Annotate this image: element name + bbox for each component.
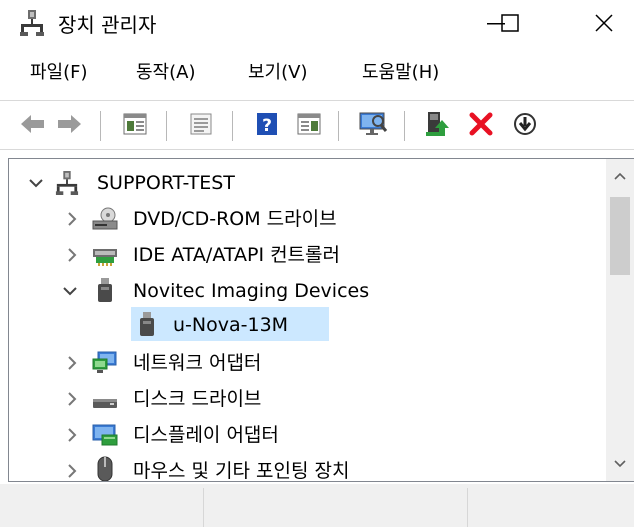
chevron-right-icon[interactable] [63,462,81,480]
scroll-down-button[interactable] [606,447,634,481]
chevron-down-icon[interactable] [27,174,45,192]
network-adapter-icon [91,349,119,377]
properties-button[interactable] [118,109,152,143]
print-icon [189,113,213,139]
disable-button[interactable] [508,109,542,143]
status-cell [204,488,468,527]
view-icon [297,113,321,139]
tree-child-label-selected[interactable]: u-Nova-13M [173,307,288,343]
view-button[interactable] [292,109,326,143]
dvd-drive-icon [91,205,119,233]
forward-button[interactable] [52,109,86,143]
chevron-right-icon[interactable] [63,426,81,444]
display-adapter-icon [91,421,119,449]
maximize-button[interactable] [480,0,540,46]
back-icon [19,112,47,140]
usb-device-icon [133,311,161,339]
disable-icon [512,111,538,141]
close-button[interactable] [574,0,634,46]
tree-item-label[interactable]: DVD/CD-ROM 드라이브 [133,201,337,237]
uninstall-button[interactable] [464,109,498,143]
menu-action[interactable]: 동작(A) [136,56,195,90]
mouse-icon [91,455,119,481]
vertical-scrollbar[interactable] [606,159,634,481]
chevron-right-icon[interactable] [63,390,81,408]
disk-drive-icon [91,385,119,413]
status-bar [0,484,634,527]
status-cell [0,488,204,527]
toolbar: ? [0,100,634,150]
chevron-down-icon[interactable] [61,282,79,300]
scan-hardware-button[interactable] [356,109,390,143]
help-button[interactable]: ? [250,109,284,143]
svg-text:?: ? [262,116,272,136]
tree-item-label[interactable]: IDE ATA/ATAPI 컨트롤러 [133,237,340,273]
menu-help[interactable]: 도움말(H) [362,56,439,90]
menu-file[interactable]: 파일(F) [30,56,88,90]
menu-bar: 파일(F) 동작(A) 보기(V) 도움말(H) [0,56,634,90]
menu-view[interactable]: 보기(V) [248,56,307,90]
device-tree[interactable]: SUPPORT-TEST DVD/CD-ROM 드라이브 IDE ATA/ATA… [8,158,634,482]
usb-device-icon [91,277,119,305]
scroll-thumb[interactable] [610,197,630,275]
update-driver-button[interactable] [420,109,454,143]
tree-item-label[interactable]: 네트워크 어댑터 [133,345,261,381]
tree-item-label[interactable]: 마우스 및 기타 포인팅 장치 [133,453,349,481]
scroll-up-button[interactable] [606,159,634,193]
chevron-right-icon[interactable] [63,354,81,372]
device-manager-icon [20,10,44,36]
forward-icon [55,112,83,140]
scan-hardware-icon [358,111,388,141]
tree-item-label[interactable]: 디스크 드라이브 [133,381,261,417]
tree-item-label[interactable]: 디스플레이 어댑터 [133,417,279,453]
chevron-right-icon[interactable] [63,210,81,228]
tree-item-label[interactable]: Novitec Imaging Devices [133,273,369,309]
ide-controller-icon [91,241,119,269]
back-button[interactable] [16,109,50,143]
print-button[interactable] [184,109,218,143]
update-driver-icon [424,110,450,142]
help-icon: ? [255,112,279,140]
chevron-right-icon[interactable] [63,246,81,264]
window-title: 장치 관리자 [58,13,157,37]
uninstall-icon [468,111,494,141]
properties-icon [123,113,147,139]
computer-icon [53,169,81,197]
tree-root-label[interactable]: SUPPORT-TEST [97,165,235,201]
status-cell [468,488,634,527]
title-bar: 장치 관리자 [0,0,634,46]
